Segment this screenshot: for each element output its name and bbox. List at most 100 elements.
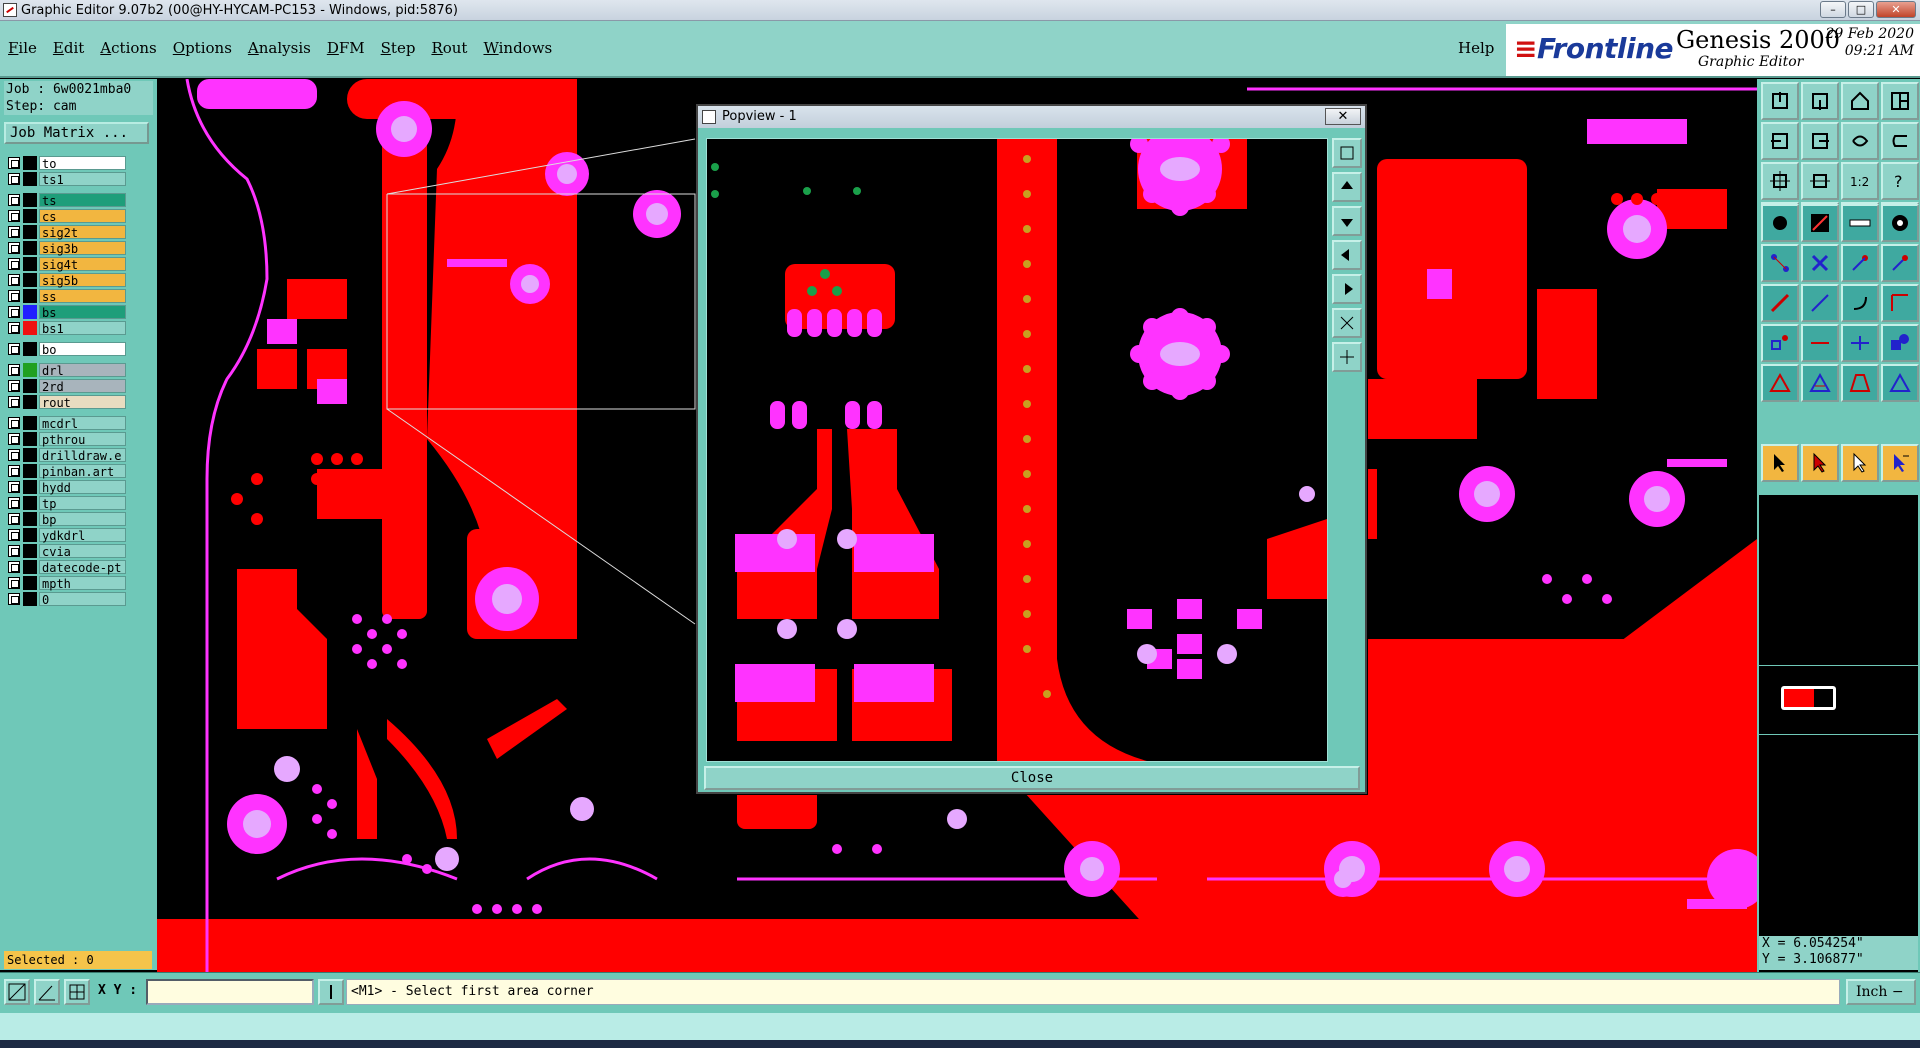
- layer-name[interactable]: pthrou: [39, 432, 126, 447]
- triangle-icon[interactable]: [1761, 364, 1799, 402]
- popview-canvas[interactable]: [706, 138, 1328, 762]
- window-split-icon[interactable]: [1881, 82, 1919, 120]
- layer-color-swatch[interactable]: [23, 209, 37, 223]
- layer-name[interactable]: pinban.art: [39, 464, 126, 479]
- menu-step[interactable]: Step: [381, 39, 416, 57]
- layer-color-swatch[interactable]: [23, 193, 37, 207]
- layer-row[interactable]: sig3b: [4, 240, 126, 256]
- layer-color-swatch[interactable]: [23, 512, 37, 526]
- layer-color-swatch[interactable]: [23, 416, 37, 430]
- layer-checkbox[interactable]: [8, 242, 20, 254]
- horizontal-icon[interactable]: [1801, 324, 1839, 362]
- layer-name[interactable]: mcdrl: [39, 416, 126, 431]
- shapes-icon[interactable]: [1881, 324, 1919, 362]
- layer-color-swatch[interactable]: [23, 273, 37, 287]
- layer-color-swatch[interactable]: [23, 544, 37, 558]
- layer-checkbox[interactable]: [8, 433, 20, 445]
- menu-options[interactable]: Options: [173, 39, 232, 57]
- layer-name[interactable]: drl: [39, 363, 126, 378]
- add-line-icon[interactable]: [1801, 204, 1839, 242]
- layer-row[interactable]: rout: [4, 394, 126, 410]
- layer-name[interactable]: ydkdrl: [39, 528, 126, 543]
- cross-icon[interactable]: [1801, 244, 1839, 282]
- menu-windows[interactable]: Windows: [483, 39, 552, 57]
- layer-name[interactable]: 0: [39, 592, 126, 607]
- triangle-fill-icon[interactable]: [1801, 364, 1839, 402]
- layer-checkbox[interactable]: [8, 497, 20, 509]
- layer-checkbox[interactable]: [8, 157, 20, 169]
- layer-checkbox[interactable]: [8, 210, 20, 222]
- layer-checkbox[interactable]: [8, 290, 20, 302]
- layer-row[interactable]: cvia: [4, 543, 126, 559]
- arc-icon[interactable]: [1841, 284, 1879, 322]
- layer-row[interactable]: mpth: [4, 575, 126, 591]
- layer-color-swatch[interactable]: [23, 156, 37, 170]
- menu-dfm[interactable]: DFM: [327, 39, 365, 57]
- layer-checkbox[interactable]: [8, 417, 20, 429]
- menu-analysis[interactable]: Analysis: [248, 39, 311, 57]
- connect-icon[interactable]: [1761, 244, 1799, 282]
- polygon-icon[interactable]: [1841, 364, 1879, 402]
- close-window-button[interactable]: ✕: [1876, 1, 1916, 18]
- angle-icon[interactable]: [34, 979, 60, 1005]
- zoom-out-icon[interactable]: [1801, 162, 1839, 200]
- draw-line-icon[interactable]: [1761, 284, 1799, 322]
- layer-row[interactable]: to: [4, 155, 126, 171]
- popview-close-button[interactable]: Close: [704, 766, 1360, 790]
- help-icon[interactable]: ?: [1881, 162, 1919, 200]
- layer-name[interactable]: tp: [39, 496, 126, 511]
- copy-icon[interactable]: [1881, 244, 1919, 282]
- maximize-button[interactable]: □: [1848, 1, 1874, 18]
- layer-row[interactable]: ts: [4, 192, 126, 208]
- layer-row[interactable]: ts1: [4, 171, 126, 187]
- layer-checkbox[interactable]: [8, 529, 20, 541]
- fillet-icon[interactable]: [1881, 284, 1919, 322]
- layer-row[interactable]: 0: [4, 591, 126, 607]
- dimension-icon[interactable]: [1841, 324, 1879, 362]
- surface-icon[interactable]: [1881, 364, 1919, 402]
- layer-row[interactable]: bs: [4, 304, 126, 320]
- layer-name[interactable]: ts: [39, 193, 126, 208]
- layer-color-swatch[interactable]: [23, 480, 37, 494]
- layer-checkbox[interactable]: [8, 380, 20, 392]
- layer-color-swatch[interactable]: [23, 379, 37, 393]
- layer-color-swatch[interactable]: [23, 432, 37, 446]
- layer-row[interactable]: 2rd: [4, 378, 126, 394]
- layer-color-swatch[interactable]: [23, 225, 37, 239]
- layer-row[interactable]: mcdrl: [4, 415, 126, 431]
- layer-color-swatch[interactable]: [23, 257, 37, 271]
- layer-color-swatch[interactable]: [23, 305, 37, 319]
- layer-color-swatch[interactable]: [23, 342, 37, 356]
- layer-color-swatch[interactable]: [23, 395, 37, 409]
- home-icon[interactable]: [1841, 82, 1879, 120]
- layer-name[interactable]: cvia: [39, 544, 126, 559]
- layer-name[interactable]: bo: [39, 342, 126, 357]
- layer-row[interactable]: pthrou: [4, 431, 126, 447]
- layer-color-swatch[interactable]: [23, 528, 37, 542]
- pointer-icon[interactable]: [1761, 444, 1799, 482]
- layer-checkbox[interactable]: [8, 481, 20, 493]
- layer-color-swatch[interactable]: [23, 496, 37, 510]
- pan-right-icon[interactable]: [1801, 122, 1839, 160]
- layer-row[interactable]: sig4t: [4, 256, 126, 272]
- layer-row[interactable]: hydd: [4, 479, 126, 495]
- layer-name[interactable]: ss: [39, 289, 126, 304]
- layer-row[interactable]: pinban.art: [4, 463, 126, 479]
- redraw-icon[interactable]: [1881, 122, 1919, 160]
- layer-name[interactable]: to: [39, 156, 126, 171]
- layer-name[interactable]: 2rd: [39, 379, 126, 394]
- layer-checkbox[interactable]: [8, 577, 20, 589]
- popview-zoom-in-icon[interactable]: [1332, 308, 1362, 338]
- layer-checkbox[interactable]: [8, 545, 20, 557]
- menu-actions[interactable]: Actions: [100, 39, 156, 57]
- popview-pan-right-icon[interactable]: [1332, 274, 1362, 304]
- cursor-mode-icon[interactable]: [318, 979, 344, 1005]
- layer-checkbox[interactable]: [8, 561, 20, 573]
- pointer-select-icon[interactable]: [1801, 444, 1839, 482]
- layer-checkbox[interactable]: [8, 513, 20, 525]
- layer-checkbox[interactable]: [8, 465, 20, 477]
- popview-titlebar[interactable]: Popview - 1 ✕: [698, 106, 1365, 128]
- grid-snap-icon[interactable]: [64, 979, 90, 1005]
- layer-row[interactable]: ydkdrl: [4, 527, 126, 543]
- xy-input[interactable]: [146, 979, 314, 1005]
